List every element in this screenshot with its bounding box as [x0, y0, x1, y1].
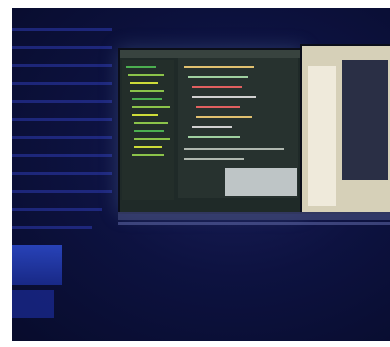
photo-border-top — [0, 0, 390, 8]
code-line — [196, 116, 252, 118]
photo-border-left — [0, 0, 12, 347]
code-line — [188, 76, 248, 78]
code-line — [184, 158, 244, 160]
ide-toolbar — [120, 50, 302, 58]
blind-slat — [12, 136, 112, 139]
code-line — [196, 106, 240, 108]
blind-slat — [12, 190, 112, 193]
blind-slat — [12, 172, 112, 175]
tree-line — [126, 66, 156, 68]
tree-line — [134, 138, 170, 140]
tree-line — [134, 146, 162, 148]
tree-line — [130, 90, 164, 92]
code-line — [192, 126, 232, 128]
ide-notification-popup — [225, 168, 297, 196]
monitor-ide — [118, 48, 304, 214]
photo-border-bottom — [0, 341, 390, 347]
document-pane — [308, 66, 336, 206]
blind-slat — [12, 154, 112, 157]
tree-line — [132, 98, 162, 100]
blind-slat — [12, 100, 112, 103]
blue-light-glow — [12, 245, 62, 285]
file-list-pane — [342, 60, 388, 180]
code-line — [192, 96, 256, 98]
blind-slat — [12, 28, 112, 31]
tree-line — [128, 74, 164, 76]
tree-line — [132, 154, 164, 156]
blind-slat — [12, 64, 112, 67]
ide-project-tree — [122, 60, 174, 200]
tree-line — [132, 114, 158, 116]
blue-light-glow — [12, 290, 54, 318]
blind-slat — [12, 118, 112, 121]
code-line — [188, 136, 240, 138]
code-line — [184, 66, 254, 68]
blind-slat — [12, 82, 112, 85]
blind-slat — [12, 226, 92, 229]
photo-scene — [0, 0, 390, 347]
taskbar — [118, 212, 390, 220]
code-line — [184, 148, 284, 150]
desk-edge — [118, 222, 390, 225]
tree-line — [134, 122, 168, 124]
blind-slat — [12, 208, 102, 211]
tree-line — [134, 130, 164, 132]
tree-line — [130, 82, 158, 84]
tree-line — [132, 106, 170, 108]
code-line — [192, 86, 242, 88]
blind-slat — [12, 46, 112, 49]
monitor-secondary — [300, 44, 390, 214]
